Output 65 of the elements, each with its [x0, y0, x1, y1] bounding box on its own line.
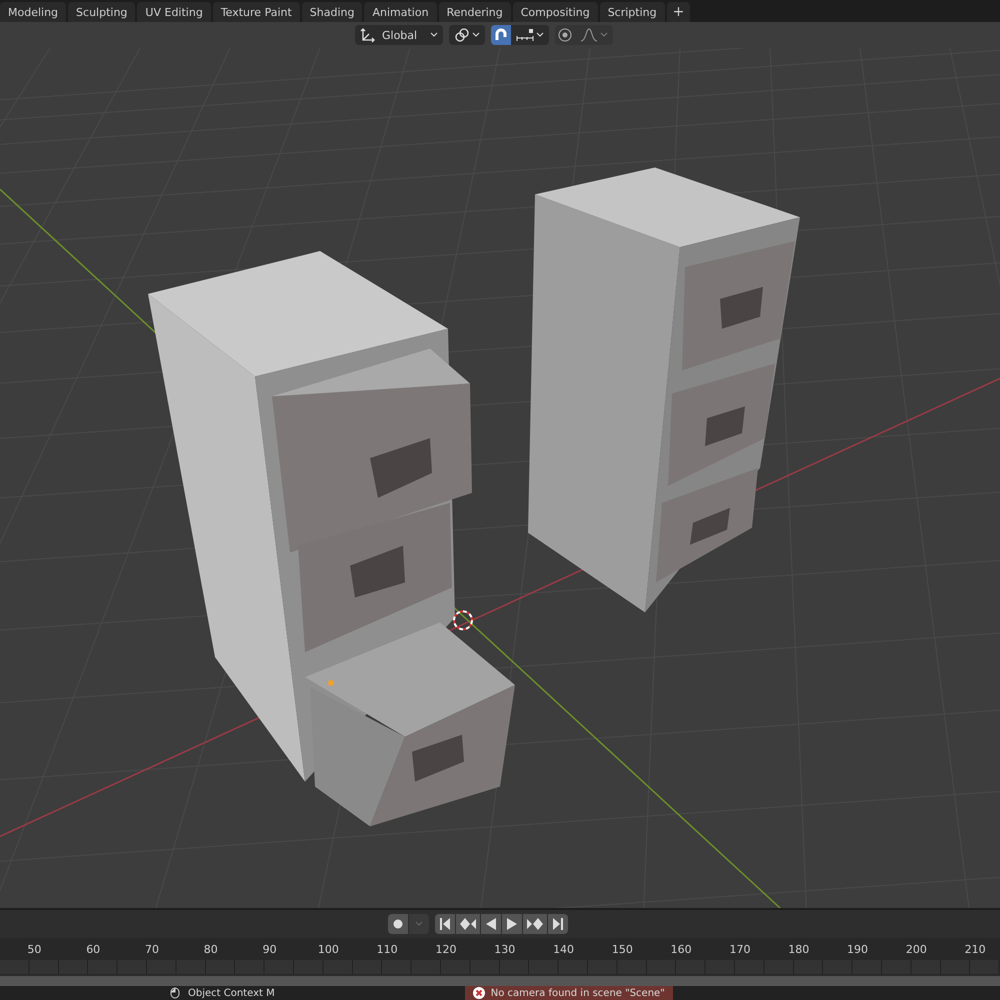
frame-number: 190	[846, 942, 870, 956]
error-text: No camera found in scene "Scene"	[490, 988, 665, 998]
timeline-scrollbar[interactable]	[0, 974, 1000, 986]
workspace-tab[interactable]: Modeling	[0, 2, 66, 22]
3d-cursor-icon	[453, 610, 473, 630]
workspace-tab[interactable]: UV Editing	[137, 2, 211, 22]
origin-point	[328, 680, 334, 686]
play-reverse-icon	[486, 918, 496, 930]
next-keyframe-button[interactable]	[523, 914, 547, 934]
frame-number: 120	[434, 942, 458, 956]
workspace-tab[interactable]: Texture Paint	[212, 2, 300, 22]
frame-number: 130	[493, 942, 516, 956]
frame-number: 90	[262, 942, 278, 956]
proportional-editing-toggle[interactable]	[555, 25, 575, 45]
frame-number: 160	[670, 942, 693, 956]
frame-number: 80	[202, 942, 219, 956]
workspace-tab[interactable]: Compositing	[512, 2, 598, 22]
workspace-tab[interactable]: Shading	[302, 2, 362, 22]
jump-to-start-button[interactable]	[435, 914, 455, 934]
frame-number: 150	[610, 942, 634, 956]
target-icon	[558, 28, 572, 42]
transform-orientation-dropdown[interactable]: Global	[355, 25, 443, 45]
frame-number: 140	[552, 942, 576, 956]
chevron-icon	[430, 32, 438, 38]
chevron-icon	[415, 921, 423, 927]
frame-number: 100	[316, 942, 340, 956]
falloff-dropdown[interactable]	[575, 25, 613, 45]
frame-number: 60	[85, 942, 102, 956]
hint-text: Object Context M	[188, 988, 275, 998]
frame-number: 50	[26, 942, 42, 956]
workspace-tab[interactable]: Sculpting	[68, 2, 136, 22]
previous-keyframe-button[interactable]	[456, 914, 480, 934]
chevron-icon	[472, 32, 480, 38]
frame-number: 200	[904, 942, 928, 956]
frame-number: 110	[376, 942, 399, 956]
pivot-dropdown[interactable]	[449, 25, 485, 45]
jump-start-icon	[440, 918, 450, 930]
mouse-icon	[170, 987, 180, 999]
increment-icon	[516, 28, 534, 42]
chevron-icon	[600, 32, 608, 38]
frame-number: 210	[964, 942, 987, 956]
error-icon	[472, 987, 485, 999]
jump-to-end-button[interactable]	[548, 914, 568, 934]
frame-number: 170	[728, 942, 752, 956]
magnet-icon	[494, 28, 508, 42]
workspace-tab[interactable]: Scripting	[600, 2, 665, 22]
snap-target-dropdown[interactable]	[511, 25, 549, 45]
link-icon	[454, 27, 470, 43]
snap-toggle[interactable]	[491, 25, 511, 45]
record-button[interactable]	[388, 914, 408, 934]
record-icon	[393, 919, 403, 929]
workspace-tab[interactable]: Rendering	[438, 2, 511, 22]
workspace-tab[interactable]: Animation	[364, 2, 437, 22]
keyframe-right-icon	[527, 918, 543, 930]
falloff-curve-icon	[580, 28, 598, 42]
axes-icon	[360, 27, 376, 43]
add-workspace-button[interactable]: +	[666, 2, 690, 22]
frame-number: 180	[787, 942, 810, 956]
frame-number: 70	[144, 942, 160, 956]
play-reverse-button[interactable]	[481, 914, 501, 934]
chevron-icon	[536, 32, 544, 38]
jump-end-icon	[553, 918, 563, 930]
keyframe-left-icon	[460, 918, 476, 930]
play-icon	[507, 918, 517, 930]
play-button[interactable]	[502, 914, 522, 934]
